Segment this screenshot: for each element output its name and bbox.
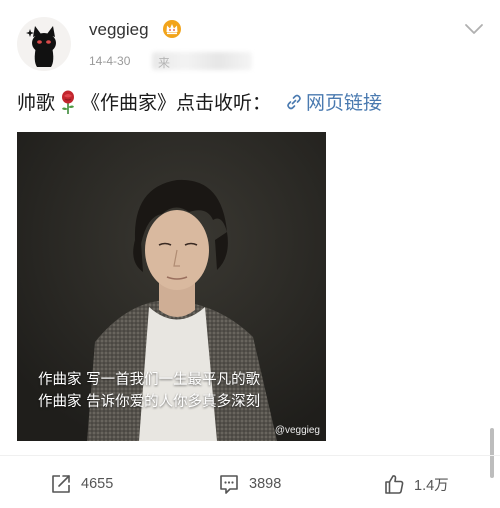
post-text: 帅歌 《作曲家》点击收听： 网页链接 bbox=[17, 88, 382, 115]
comment-icon bbox=[220, 475, 238, 494]
comment-button[interactable]: 3898 bbox=[218, 470, 281, 498]
rose-icon bbox=[62, 90, 75, 114]
post-image[interactable]: 作曲家 写一首我们一生最平凡的歌 作曲家 告诉你爱的人你多真多深刻 @veggi… bbox=[17, 132, 326, 441]
image-watermark: @veggieg bbox=[274, 425, 320, 436]
cat-avatar-icon bbox=[26, 26, 56, 67]
avatar[interactable] bbox=[17, 17, 71, 71]
post-text-prefix: 帅歌 bbox=[17, 92, 56, 114]
comment-count: 3898 bbox=[249, 476, 282, 492]
scrollbar-thumb[interactable] bbox=[490, 428, 494, 478]
like-count: 1.4万 bbox=[414, 477, 449, 494]
web-link[interactable]: 网页链接 bbox=[285, 88, 382, 115]
timestamp: 14-4-30 bbox=[89, 54, 131, 68]
repost-button[interactable]: 4655 bbox=[50, 470, 113, 498]
lyric-line-2: 作曲家 告诉你爱的人你多真多深刻 bbox=[38, 394, 261, 410]
crown-icon bbox=[163, 20, 181, 38]
username[interactable]: veggieg bbox=[89, 20, 149, 40]
chevron-down-icon[interactable] bbox=[464, 22, 484, 36]
link-icon bbox=[287, 94, 301, 109]
repost-count: 4655 bbox=[81, 476, 114, 492]
lyric-line-1: 作曲家 写一首我们一生最平凡的歌 bbox=[38, 372, 261, 388]
post-text-main: 《作曲家》点击收听： bbox=[81, 92, 272, 114]
repost-icon bbox=[52, 475, 70, 493]
like-icon bbox=[385, 475, 404, 494]
post-source: 来 bbox=[158, 56, 171, 70]
web-link-label: 网页链接 bbox=[306, 92, 383, 114]
like-button[interactable]: 1.4万 bbox=[383, 470, 449, 498]
divider bbox=[0, 455, 500, 456]
